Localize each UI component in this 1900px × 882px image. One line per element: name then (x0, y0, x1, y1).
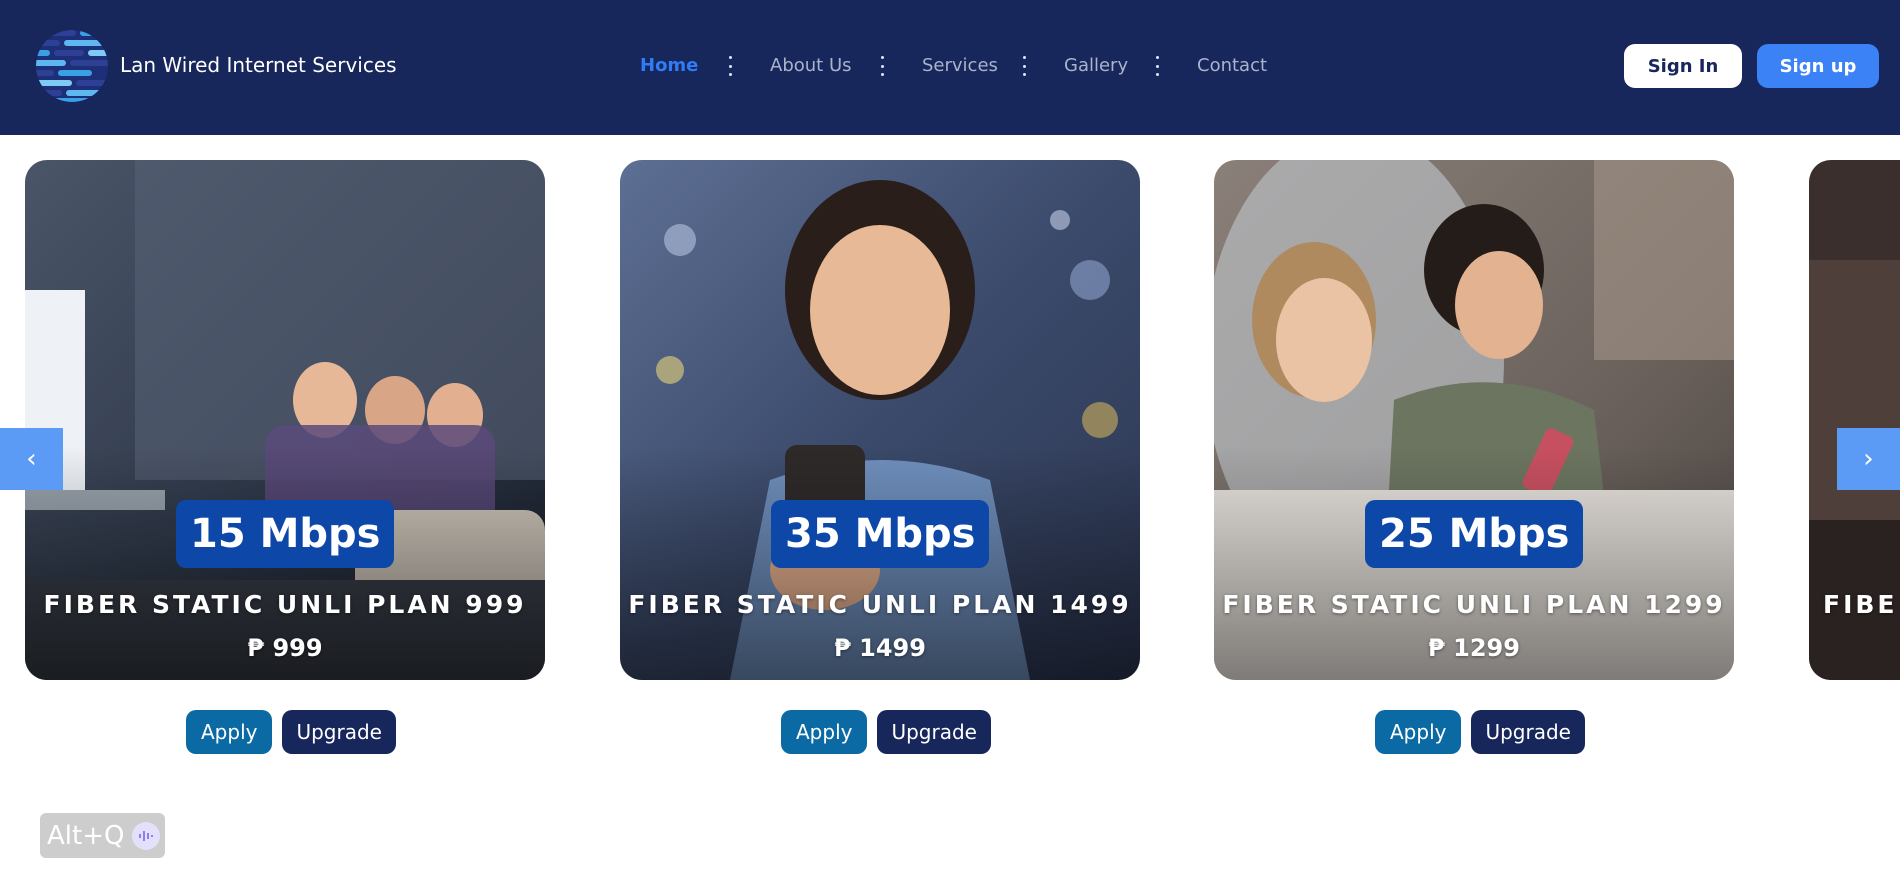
upgrade-button[interactable]: Upgrade (1471, 710, 1585, 754)
kebab-icon[interactable] (1019, 56, 1029, 76)
plan-name: FIBER STATIC UNLI PLAN 1299 (1222, 590, 1726, 619)
plan-card[interactable]: 25 Mbps FIBER STATIC UNLI PLAN 1299 ₱ 12… (1214, 160, 1734, 680)
plan-card[interactable]: 15 Mbps FIBER STATIC UNLI PLAN 999 ₱ 999 (25, 160, 545, 680)
plan-price: ₱ 1499 (834, 634, 926, 662)
shortcut-chip[interactable]: Alt+Q (40, 813, 165, 858)
nav-about-us[interactable]: About Us (770, 48, 852, 84)
upgrade-button[interactable]: Upgrade (282, 710, 396, 754)
plan-actions: Apply Upgrade (781, 710, 991, 754)
striped-globe-icon (36, 30, 108, 102)
upgrade-button[interactable]: Upgrade (877, 710, 991, 754)
plan-name: FIBE (1823, 590, 1898, 619)
plan-actions: Apply Upgrade (186, 710, 396, 754)
carousel-prev-button[interactable]: ‹ (0, 428, 63, 490)
speed-badge: 25 Mbps (1365, 500, 1584, 568)
plan-name: FIBER STATIC UNLI PLAN 999 (43, 590, 527, 619)
plan-price: ₱ 1299 (1428, 634, 1520, 662)
kebab-icon[interactable] (877, 56, 887, 76)
site-header: Lan Wired Internet Services Home About U… (0, 0, 1900, 135)
plan-card-partial[interactable]: FIBE (1809, 160, 1900, 680)
carousel-next-button[interactable]: › (1837, 428, 1900, 490)
plan-actions: Apply Upgrade (1375, 710, 1585, 754)
shortcut-label: Alt+Q (47, 820, 125, 851)
kebab-icon[interactable] (1152, 56, 1162, 76)
speed-badge: 15 Mbps (176, 500, 395, 568)
apply-button[interactable]: Apply (186, 710, 273, 754)
nav-home[interactable]: Home (640, 48, 698, 84)
brand-name: Lan Wired Internet Services (120, 53, 397, 77)
nav-gallery[interactable]: Gallery (1064, 48, 1128, 84)
sign-in-button[interactable]: Sign In (1624, 44, 1742, 88)
plan-name: FIBER STATIC UNLI PLAN 1499 (628, 590, 1132, 619)
kebab-icon[interactable] (725, 56, 735, 76)
speed-badge: 35 Mbps (771, 500, 990, 568)
plan-price: ₱ 999 (247, 634, 323, 662)
brand[interactable]: Lan Wired Internet Services (32, 24, 397, 106)
plan-card[interactable]: 35 Mbps FIBER STATIC UNLI PLAN 1499 ₱ 14… (620, 160, 1140, 680)
voice-wave-icon (132, 821, 161, 850)
apply-button[interactable]: Apply (1375, 710, 1462, 754)
apply-button[interactable]: Apply (781, 710, 868, 754)
nav-contact[interactable]: Contact (1197, 48, 1267, 84)
sign-up-button[interactable]: Sign up (1757, 44, 1879, 88)
nav-services[interactable]: Services (922, 48, 998, 84)
